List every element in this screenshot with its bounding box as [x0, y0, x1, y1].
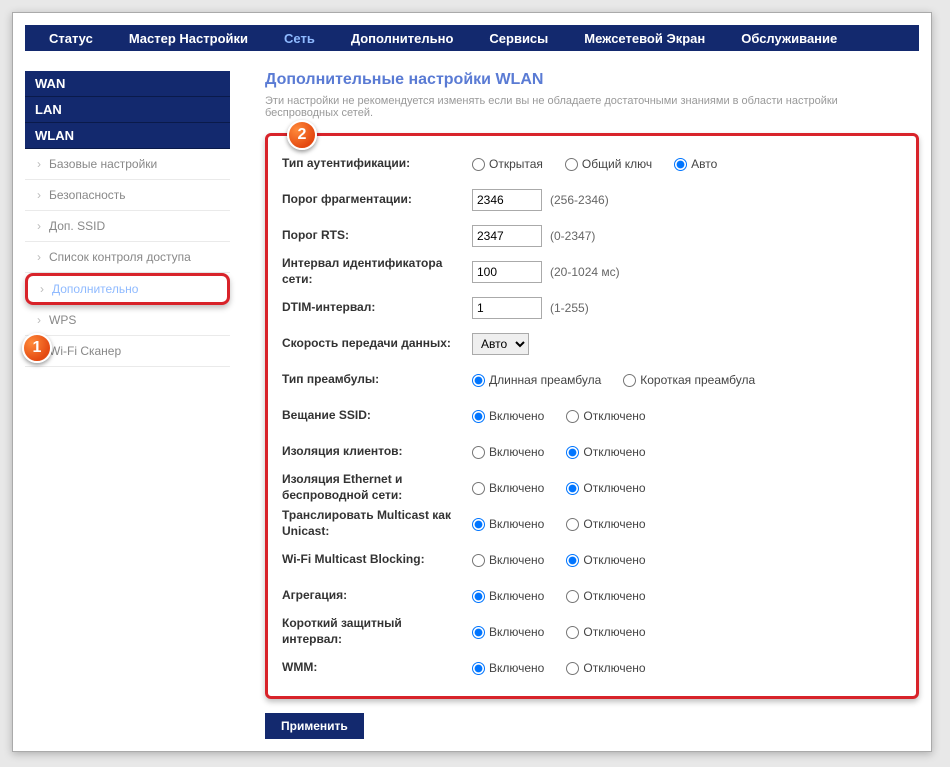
nav-advanced[interactable]: Дополнительно: [333, 25, 472, 51]
sidebar-item-advanced[interactable]: Дополнительно: [25, 273, 230, 305]
row-dtim: DTIM-интервал: (1-255): [282, 290, 902, 326]
settings-form: Тип аутентификации: Открытая Общий ключ …: [265, 133, 919, 699]
nav-status[interactable]: Статус: [31, 25, 111, 51]
sidebar: WAN LAN WLAN Базовые настройки Безопасно…: [25, 71, 230, 739]
label-dtim: DTIM-интервал:: [282, 300, 472, 316]
row-frag: Порог фрагментации: (256-2346): [282, 182, 902, 218]
row-agg: Агрегация: Включено Отключено: [282, 578, 902, 614]
nav-wizard[interactable]: Мастер Настройки: [111, 25, 266, 51]
agg-off[interactable]: Отключено: [566, 589, 645, 603]
client-iso-on[interactable]: Включено: [472, 445, 544, 459]
client-iso-off[interactable]: Отключено: [566, 445, 645, 459]
apply-button[interactable]: Применить: [265, 713, 364, 739]
label-client-iso: Изоляция клиентов:: [282, 444, 472, 460]
row-eth-iso: Изоляция Ethernet и беспроводной сети: В…: [282, 470, 902, 506]
sidebar-item-security[interactable]: Безопасность: [25, 180, 230, 211]
row-mcast-block: Wi-Fi Multicast Blocking: Включено Отклю…: [282, 542, 902, 578]
row-data-rate: Скорость передачи данных: Авто: [282, 326, 902, 362]
nav-services[interactable]: Сервисы: [471, 25, 566, 51]
page-title: Дополнительные настройки WLAN: [265, 71, 919, 89]
wmm-off[interactable]: Отключено: [566, 661, 645, 675]
label-mcast-block: Wi-Fi Multicast Blocking:: [282, 552, 472, 568]
sidebar-section-wlan[interactable]: WLAN: [25, 123, 230, 149]
row-preamble: Тип преамбулы: Длинная преамбула Коротка…: [282, 362, 902, 398]
callout-2-icon: 2: [287, 120, 317, 150]
nav-firewall[interactable]: Межсетевой Экран: [566, 25, 723, 51]
auth-auto[interactable]: Авто: [674, 157, 717, 171]
auth-open[interactable]: Открытая: [472, 157, 543, 171]
callout-1-icon: 1: [22, 333, 52, 363]
mcast-block-on[interactable]: Включено: [472, 553, 544, 567]
label-beacon: Интервал идентификатора сети:: [282, 256, 472, 287]
mcast-block-off[interactable]: Отключено: [566, 553, 645, 567]
input-frag[interactable]: [472, 189, 542, 211]
short-gi-off[interactable]: Отключено: [566, 625, 645, 639]
row-short-gi: Короткий защитный интервал: Включено Отк…: [282, 614, 902, 650]
main-panel: Дополнительные настройки WLAN Эти настро…: [265, 71, 919, 739]
label-mc2uc: Транслировать Multicast как Unicast:: [282, 508, 472, 539]
preamble-short[interactable]: Короткая преамбула: [623, 373, 755, 387]
input-rts[interactable]: [472, 225, 542, 247]
mc2uc-on[interactable]: Включено: [472, 517, 544, 531]
eth-iso-off[interactable]: Отключено: [566, 481, 645, 495]
input-dtim[interactable]: [472, 297, 542, 319]
sidebar-item-basic[interactable]: Базовые настройки: [25, 149, 230, 180]
wmm-on[interactable]: Включено: [472, 661, 544, 675]
preamble-long[interactable]: Длинная преамбула: [472, 373, 601, 387]
page-description: Эти настройки не рекомендуется изменять …: [265, 95, 885, 119]
sidebar-item-wps[interactable]: WPS: [25, 305, 230, 336]
hint-rts: (0-2347): [550, 229, 595, 243]
row-ssid-broadcast: Вещание SSID: Включено Отключено: [282, 398, 902, 434]
label-ssid-broadcast: Вещание SSID:: [282, 408, 472, 424]
label-auth-type: Тип аутентификации:: [282, 156, 472, 172]
label-agg: Агрегация:: [282, 588, 472, 604]
eth-iso-on[interactable]: Включено: [472, 481, 544, 495]
input-beacon[interactable]: [472, 261, 542, 283]
label-data-rate: Скорость передачи данных:: [282, 336, 472, 352]
label-rts: Порог RTS:: [282, 228, 472, 244]
ssid-on[interactable]: Включено: [472, 409, 544, 423]
hint-frag: (256-2346): [550, 193, 609, 207]
sidebar-item-wifiscan[interactable]: Wi-Fi Сканер: [25, 336, 230, 367]
row-auth-type: Тип аутентификации: Открытая Общий ключ …: [282, 146, 902, 182]
label-frag: Порог фрагментации:: [282, 192, 472, 208]
auth-shared[interactable]: Общий ключ: [565, 157, 652, 171]
sidebar-item-ssid[interactable]: Доп. SSID: [25, 211, 230, 242]
label-short-gi: Короткий защитный интервал:: [282, 616, 472, 647]
select-data-rate[interactable]: Авто: [472, 333, 529, 355]
ssid-off[interactable]: Отключено: [566, 409, 645, 423]
label-wmm: WMM:: [282, 660, 472, 676]
nav-maintenance[interactable]: Обслуживание: [723, 25, 855, 51]
row-mc2uc: Транслировать Multicast как Unicast: Вкл…: [282, 506, 902, 542]
row-rts: Порог RTS: (0-2347): [282, 218, 902, 254]
short-gi-on[interactable]: Включено: [472, 625, 544, 639]
label-eth-iso: Изоляция Ethernet и беспроводной сети:: [282, 472, 472, 503]
row-beacon: Интервал идентификатора сети: (20-1024 м…: [282, 254, 902, 290]
top-nav: Статус Мастер Настройки Сеть Дополнитель…: [25, 25, 919, 51]
hint-dtim: (1-255): [550, 301, 589, 315]
agg-on[interactable]: Включено: [472, 589, 544, 603]
label-preamble: Тип преамбулы:: [282, 372, 472, 388]
hint-beacon: (20-1024 мс): [550, 265, 620, 279]
sidebar-item-acl[interactable]: Список контроля доступа: [25, 242, 230, 273]
row-client-iso: Изоляция клиентов: Включено Отключено: [282, 434, 902, 470]
sidebar-section-wan[interactable]: WAN: [25, 71, 230, 97]
row-wmm: WMM: Включено Отключено: [282, 650, 902, 686]
sidebar-section-lan[interactable]: LAN: [25, 97, 230, 123]
mc2uc-off[interactable]: Отключено: [566, 517, 645, 531]
nav-network[interactable]: Сеть: [266, 25, 333, 51]
